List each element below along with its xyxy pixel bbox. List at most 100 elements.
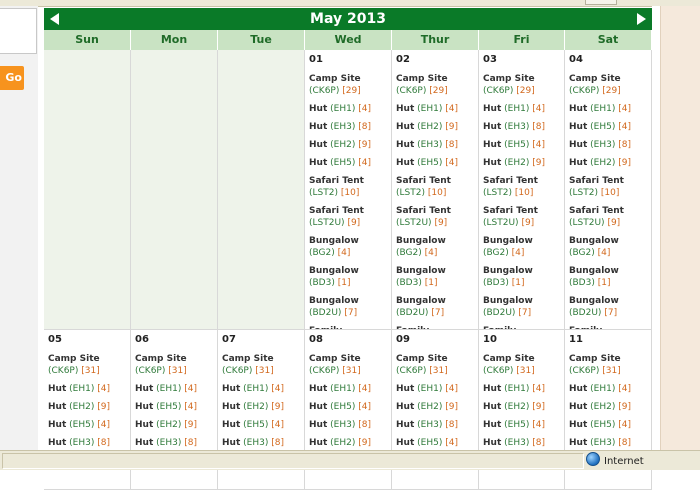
accommodation-entry[interactable]: Hut (EH5) [4]	[309, 401, 387, 413]
accommodation-entry[interactable]: Hut (EH5) [4]	[483, 419, 560, 431]
accommodation-entry[interactable]: Bungalow (BD3) [1]	[309, 265, 387, 289]
accommodation-entry[interactable]: Hut (EH3) [8]	[396, 139, 474, 151]
next-month-arrow-icon[interactable]	[637, 13, 646, 25]
accommodation-entry[interactable]: Hut (EH2) [9]	[135, 419, 213, 431]
accommodation-name: Hut	[48, 384, 67, 394]
accommodation-entry[interactable]: Safari Tent (LST2) [10]	[569, 175, 647, 199]
accommodation-code: (CK6P)	[396, 86, 427, 96]
accommodation-entry[interactable]: Hut (EH5) [4]	[396, 157, 474, 169]
accommodation-entry[interactable]: Camp Site (CK6P) [31]	[396, 353, 474, 377]
accommodation-entry[interactable]: Safari Tent (LST2) [10]	[483, 175, 560, 199]
accommodation-entry[interactable]: Bungalow (BD3) [1]	[396, 265, 474, 289]
day-number: 03	[483, 54, 497, 65]
accommodation-code: (BD3)	[396, 278, 422, 288]
accommodation-name: Camp Site	[48, 354, 100, 364]
accommodation-entry[interactable]: Hut (EH3) [8]	[222, 437, 300, 449]
accommodation-entry[interactable]: Hut (EH1) [4]	[222, 383, 300, 395]
accommodation-entry[interactable]: Safari Tent (LST2U) [9]	[569, 205, 647, 229]
accommodation-name: Bungalow	[569, 296, 619, 306]
accommodation-entry[interactable]: Hut (EH1) [4]	[569, 103, 647, 115]
accommodation-entry[interactable]: Camp Site (CK6P) [31]	[48, 353, 126, 377]
accommodation-code: (CK6P)	[483, 366, 514, 376]
accommodation-name: Hut	[483, 438, 502, 448]
availability-count: [4]	[532, 420, 545, 430]
accommodation-entry[interactable]: Hut (EH1) [4]	[483, 103, 560, 115]
accommodation-entry[interactable]: Camp Site (CK6P) [29]	[483, 73, 560, 97]
accommodation-entry[interactable]: Camp Site (CK6P) [31]	[309, 353, 387, 377]
accommodation-entry[interactable]: Hut (EH3) [8]	[396, 419, 474, 431]
accommodation-entry[interactable]: Hut (EH2) [9]	[483, 401, 560, 413]
accommodation-entry[interactable]: Bungalow (BG2) [4]	[396, 235, 474, 259]
accommodation-name: Hut	[569, 402, 588, 412]
accommodation-entry[interactable]: Hut (EH2) [9]	[48, 401, 126, 413]
accommodation-entry[interactable]: Safari Tent (LST2U) [9]	[483, 205, 560, 229]
weekday-mon: Mon	[131, 30, 218, 50]
accommodation-entry[interactable]: Hut (EH3) [8]	[569, 139, 647, 151]
accommodation-entry[interactable]: Hut (EH5) [4]	[483, 139, 560, 151]
accommodation-entry[interactable]: Hut (EH3) [8]	[309, 419, 387, 431]
accommodation-entry[interactable]: Hut (EH3) [8]	[569, 437, 647, 449]
accommodation-entry[interactable]: Hut (EH2) [9]	[569, 157, 647, 169]
accommodation-entry[interactable]: Camp Site (CK6P) [31]	[135, 353, 213, 377]
weekday-thur: Thur	[392, 30, 479, 50]
accommodation-entry[interactable]: Bungalow (BD3) [1]	[569, 265, 647, 289]
search-box[interactable]	[0, 8, 37, 54]
accommodation-entry[interactable]: Hut (EH2) [9]	[483, 157, 560, 169]
accommodation-entry[interactable]: Hut (EH5) [4]	[48, 419, 126, 431]
accommodation-entry[interactable]: Bungalow (BG2) [4]	[483, 235, 560, 259]
accommodation-entry[interactable]: Safari Tent (LST2) [10]	[309, 175, 387, 199]
accommodation-entry[interactable]: Hut (EH3) [8]	[135, 437, 213, 449]
accommodation-entry[interactable]: Hut (EH3) [8]	[48, 437, 126, 449]
accommodation-entry[interactable]: Bungalow (BD2U) [7]	[309, 295, 387, 319]
accommodation-entry[interactable]: Hut (EH2) [9]	[309, 139, 387, 151]
accommodation-entry[interactable]: Hut (EH5) [4]	[135, 401, 213, 413]
accommodation-entry[interactable]: Hut (EH1) [4]	[309, 103, 387, 115]
accommodation-entry[interactable]: Camp Site (CK6P) [31]	[483, 353, 560, 377]
accommodation-entry[interactable]: Safari Tent (LST2U) [9]	[396, 205, 474, 229]
accommodation-entry[interactable]: Hut (EH2) [9]	[396, 121, 474, 133]
accommodation-entry[interactable]: Safari Tent (LST2) [10]	[396, 175, 474, 199]
accommodation-entry[interactable]: Hut (EH5) [4]	[569, 121, 647, 133]
prev-month-arrow-icon[interactable]	[50, 13, 59, 25]
accommodation-entry[interactable]: Camp Site (CK6P) [31]	[222, 353, 300, 377]
accommodation-entry[interactable]: Camp Site (CK6P) [29]	[569, 73, 647, 97]
accommodation-entry[interactable]: Hut (EH1) [4]	[483, 383, 560, 395]
accommodation-code: (EH1)	[243, 384, 269, 394]
accommodation-entry[interactable]: Hut (EH2) [9]	[222, 401, 300, 413]
accommodation-code: (EH3)	[504, 122, 530, 132]
accommodation-entry[interactable]: Hut (EH2) [9]	[569, 401, 647, 413]
accommodation-entry[interactable]: Hut (EH2) [9]	[309, 437, 387, 449]
accommodation-entry[interactable]: Safari Tent (LST2U) [9]	[309, 205, 387, 229]
accommodation-entry[interactable]: Bungalow (BD3) [1]	[483, 265, 560, 289]
accommodation-entry[interactable]: Bungalow (BG2) [4]	[569, 235, 647, 259]
accommodation-entry[interactable]: Bungalow (BD2U) [7]	[569, 295, 647, 319]
accommodation-name: Bungalow	[569, 266, 619, 276]
accommodation-entry[interactable]: Bungalow (BD2U) [7]	[483, 295, 560, 319]
accommodation-entry[interactable]: Hut (EH2) [9]	[396, 401, 474, 413]
accommodation-entry[interactable]: Hut (EH5) [4]	[569, 419, 647, 431]
accommodation-entry[interactable]: Hut (EH5) [4]	[222, 419, 300, 431]
accommodation-entry[interactable]: Hut (EH1) [4]	[569, 383, 647, 395]
accommodation-entry[interactable]: Hut (EH3) [8]	[309, 121, 387, 133]
accommodation-entry[interactable]: Hut (EH1) [4]	[48, 383, 126, 395]
accommodation-entry[interactable]: Hut (EH5) [4]	[396, 437, 474, 449]
accommodation-entry[interactable]: Hut (EH1) [4]	[396, 383, 474, 395]
accommodation-entry[interactable]: Camp Site (CK6P) [31]	[569, 353, 647, 377]
accommodation-entry[interactable]: Hut (EH3) [8]	[483, 437, 560, 449]
accommodation-entry[interactable]: Hut (EH1) [4]	[309, 383, 387, 395]
accommodation-entry[interactable]: Hut (EH1) [4]	[396, 103, 474, 115]
accommodation-code: (EH3)	[417, 420, 443, 430]
accommodation-entry[interactable]: Bungalow (BD2U) [7]	[396, 295, 474, 319]
availability-count: [4]	[97, 420, 110, 430]
accommodation-code: (EH2)	[243, 402, 269, 412]
accommodation-entry[interactable]: Hut (EH5) [4]	[309, 157, 387, 169]
accommodation-name: Safari Tent	[309, 176, 364, 186]
go-button[interactable]: Go	[0, 66, 24, 90]
availability-count: [31]	[168, 366, 187, 376]
accommodation-entry[interactable]: Camp Site (CK6P) [29]	[396, 73, 474, 97]
accommodation-entry[interactable]: Camp Site (CK6P) [29]	[309, 73, 387, 97]
availability-count: [10]	[514, 188, 534, 198]
accommodation-entry[interactable]: Hut (EH3) [8]	[483, 121, 560, 133]
accommodation-entry[interactable]: Hut (EH1) [4]	[135, 383, 213, 395]
accommodation-entry[interactable]: Bungalow (BG2) [4]	[309, 235, 387, 259]
